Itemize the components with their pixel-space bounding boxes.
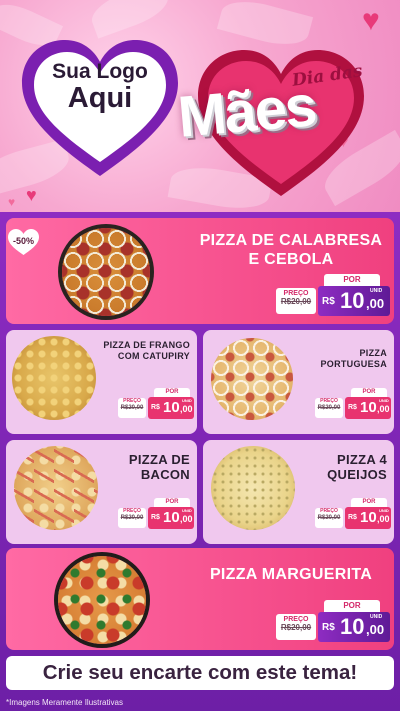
heart-icon: ♥ <box>8 195 16 209</box>
currency: R$ <box>322 296 335 307</box>
old-price-box: PREÇO R$20,00 <box>276 614 316 640</box>
old-price-box: PREÇO R$20,00 <box>118 398 146 418</box>
logo-line-2: Aqui <box>67 82 133 114</box>
disclaimer-text: *Imagens Meramente Ilustrativas <box>6 698 123 707</box>
logo-placeholder[interactable]: Sua Logo Aqui <box>20 60 180 115</box>
price-tag: POR PREÇO R$20,00 R$ 10 ,00 UNID <box>276 274 390 320</box>
currency: R$ <box>151 404 160 411</box>
unit-label: UNID <box>379 508 389 513</box>
old-price: R$20,00 <box>317 404 341 411</box>
price-tag: POR PREÇO R$20,00 R$ 10 ,00 UNID <box>315 498 391 532</box>
old-price-box: PREÇO R$20,00 <box>315 508 343 528</box>
price-integer: 10 <box>340 614 365 639</box>
pizza-image <box>58 556 146 644</box>
price-tag: POR PREÇO R$20,00 R$ 10 ,00 UNID <box>118 388 194 422</box>
unit-label: UNID <box>370 614 383 620</box>
pizza-image <box>211 446 295 530</box>
product-card-calabresa[interactable]: PIZZA DE CALABRESA E CEBOLA POR PREÇO R$… <box>6 218 394 324</box>
current-price: R$ 10 ,00 UNID <box>318 612 390 642</box>
heart-icon: ♥ <box>26 185 37 205</box>
old-price: R$20,00 <box>120 514 144 521</box>
pizza-image <box>12 336 96 420</box>
product-card-4-queijos[interactable]: PIZZA 4 QUEIJOS POR PREÇO R$20,00 R$ 10 … <box>203 440 394 544</box>
price-tag: POR PREÇO R$20,00 R$ 10 ,00 UNID <box>276 600 390 646</box>
unit-label: UNID <box>370 288 383 294</box>
unit-label: UNID <box>182 508 192 513</box>
unit-label: UNID <box>379 398 389 403</box>
product-name: PIZZA DE FRANGO COM CATUPIRY <box>103 340 190 361</box>
product-name: PIZZA DE BACON <box>128 452 190 483</box>
price-integer: 10 <box>360 399 377 416</box>
price-decimal: ,00 <box>366 296 385 311</box>
heart-icon: ♥ <box>362 4 380 37</box>
discount-badge: -50% <box>7 228 40 256</box>
price-integer: 10 <box>163 509 180 526</box>
discount-text: -50% <box>12 236 34 246</box>
price-decimal: ,00 <box>377 514 390 524</box>
por-label: POR <box>324 274 380 286</box>
product-name: PIZZA DE CALABRESA E CEBOLA <box>199 232 383 268</box>
logo-line-1: Sua Logo <box>52 60 148 83</box>
old-price: R$20,00 <box>280 622 312 632</box>
leaf-decoration <box>216 0 314 53</box>
pizza-image <box>62 228 150 316</box>
price-integer: 10 <box>340 288 365 313</box>
current-price: R$ 10 ,00 UNID <box>148 397 194 419</box>
leaf-decoration <box>86 0 174 39</box>
current-price: R$ 10 ,00 UNID <box>345 507 391 529</box>
price-integer: 10 <box>163 399 180 416</box>
por-label: POR <box>154 498 190 507</box>
price-tag: POR PREÇO R$20,00 R$ 10 ,00 UNID <box>315 388 391 422</box>
por-label: POR <box>324 600 380 612</box>
por-label: POR <box>351 388 387 397</box>
por-label: POR <box>154 388 190 397</box>
price-decimal: ,00 <box>366 622 385 637</box>
price-decimal: ,00 <box>180 404 193 414</box>
cta-banner[interactable]: Crie seu encarte com este tema! <box>6 656 394 690</box>
product-name: PIZZA MARGUERITA <box>209 566 373 583</box>
old-price-box: PREÇO R$20,00 <box>276 288 316 314</box>
product-name: PIZZA PORTUGUESA <box>320 348 387 369</box>
current-price: R$ 10 ,00 UNID <box>148 507 194 529</box>
product-name: PIZZA 4 QUEIJOS <box>327 452 387 483</box>
product-card-frango[interactable]: PIZZA DE FRANGO COM CATUPIRY POR PREÇO R… <box>6 330 197 434</box>
header-banner: ♥ ♥ ♥ ♥ Sua Logo Aqui Dia das Mães <box>0 0 400 212</box>
current-price: R$ 10 ,00 UNID <box>345 397 391 419</box>
price-decimal: ,00 <box>180 514 193 524</box>
current-price: R$ 10 ,00 UNID <box>318 286 390 316</box>
old-price-box: PREÇO R$20,00 <box>118 508 146 528</box>
pizza-image <box>14 446 98 530</box>
old-price-box: PREÇO R$20,00 <box>315 398 343 418</box>
theme-title: Mães <box>175 73 318 150</box>
product-card-portuguesa[interactable]: PIZZA PORTUGUESA POR PREÇO R$20,00 R$ 10… <box>203 330 394 434</box>
currency: R$ <box>348 514 357 521</box>
old-price: R$20,00 <box>120 404 144 411</box>
price-decimal: ,00 <box>377 404 390 414</box>
old-price: R$20,00 <box>280 296 312 306</box>
por-label: POR <box>351 498 387 507</box>
pizza-image <box>211 338 293 420</box>
product-card-marguerita[interactable]: PIZZA MARGUERITA POR PREÇO R$20,00 R$ 10… <box>6 548 394 650</box>
currency: R$ <box>151 514 160 521</box>
currency: R$ <box>348 404 357 411</box>
unit-label: UNID <box>182 398 192 403</box>
product-card-bacon[interactable]: PIZZA DE BACON POR PREÇO R$20,00 R$ 10 ,… <box>6 440 197 544</box>
price-integer: 10 <box>360 509 377 526</box>
currency: R$ <box>322 622 335 633</box>
price-tag: POR PREÇO R$20,00 R$ 10 ,00 UNID <box>118 498 194 532</box>
old-price: R$20,00 <box>317 514 341 521</box>
